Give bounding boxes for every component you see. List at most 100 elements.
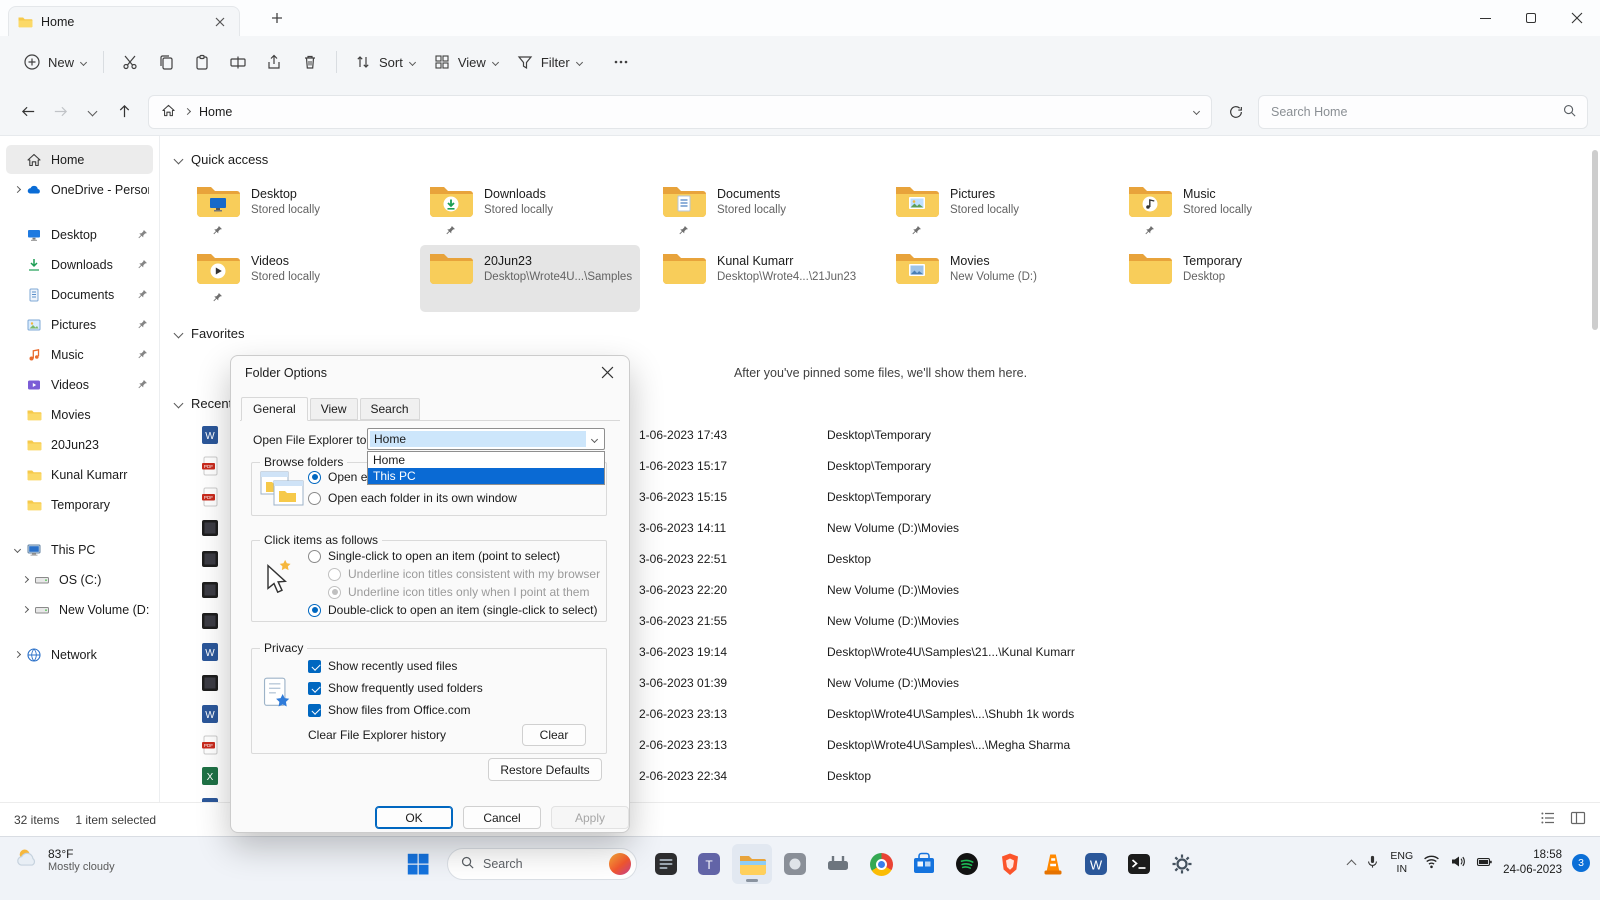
sidebar-item-this-pc[interactable]: This PC xyxy=(6,535,153,564)
radio-single-click[interactable]: Single-click to open an item (point to s… xyxy=(308,549,560,563)
expand-chevron-icon[interactable] xyxy=(10,187,24,192)
quick-access-tile-downloads[interactable]: DownloadsStored locally xyxy=(420,178,640,245)
quick-access-tile-pictures[interactable]: PicturesStored locally xyxy=(886,178,1106,245)
spotify-icon[interactable] xyxy=(947,844,987,884)
paste-button[interactable] xyxy=(184,45,220,79)
tab-search[interactable]: Search xyxy=(360,398,420,420)
expand-chevron-icon[interactable] xyxy=(18,577,32,582)
taskbar-search-box[interactable]: Search xyxy=(447,848,637,880)
sidebar-item-pictures[interactable]: Pictures xyxy=(6,310,153,339)
breadcrumb-field[interactable]: Home xyxy=(148,95,1212,129)
open-explorer-to-combobox[interactable]: Home xyxy=(367,428,605,450)
back-button[interactable] xyxy=(12,96,44,128)
cancel-button[interactable]: Cancel xyxy=(463,806,541,829)
delete-button[interactable] xyxy=(292,45,328,79)
taskbar-clock[interactable]: 18:5824-06-2023 xyxy=(1503,848,1562,878)
sidebar-item-onedrive-persona[interactable]: OneDrive - Persona xyxy=(6,175,153,204)
search-box[interactable] xyxy=(1258,95,1588,129)
device-icon[interactable] xyxy=(818,844,858,884)
checkbox-recent-files[interactable]: Show recently used files xyxy=(308,659,457,673)
sidebar-item-videos[interactable]: Videos xyxy=(6,370,153,399)
word-icon[interactable]: W xyxy=(1076,844,1116,884)
share-button[interactable] xyxy=(256,45,292,79)
tab-general[interactable]: General xyxy=(241,397,308,421)
cut-button[interactable] xyxy=(112,45,148,79)
dark-app-icon[interactable] xyxy=(646,844,686,884)
new-tab-button[interactable] xyxy=(266,7,288,29)
tab-close-icon[interactable] xyxy=(209,11,231,33)
quick-access-tile-videos[interactable]: VideosStored locally xyxy=(187,245,407,312)
radio-double-click[interactable]: Double-click to open an item (single-cli… xyxy=(308,603,597,617)
explorer-tab-home[interactable]: Home xyxy=(8,6,240,36)
microphone-icon[interactable] xyxy=(1365,854,1380,873)
chrome-icon[interactable] xyxy=(861,844,901,884)
sidebar-item-downloads[interactable]: Downloads xyxy=(6,250,153,279)
dialog-close-icon[interactable] xyxy=(601,366,616,381)
ok-button[interactable]: OK xyxy=(375,806,453,829)
volume-icon[interactable] xyxy=(1450,854,1466,872)
more-options-button[interactable] xyxy=(603,45,639,79)
restore-defaults-button[interactable]: Restore Defaults xyxy=(488,758,602,781)
expand-chevron-icon[interactable] xyxy=(18,607,32,612)
sidebar-item-temporary[interactable]: Temporary xyxy=(6,490,153,519)
quick-access-tile-movies[interactable]: MoviesNew Volume (D:) xyxy=(886,245,1106,312)
battery-icon[interactable] xyxy=(1476,855,1493,872)
quick-access-tile-documents[interactable]: DocumentsStored locally xyxy=(653,178,873,245)
settings-icon[interactable] xyxy=(1162,844,1202,884)
dropdown-option-home[interactable]: Home xyxy=(368,452,604,468)
close-button[interactable] xyxy=(1554,0,1600,36)
sidebar-item-network[interactable]: Network xyxy=(6,640,153,669)
scrollbar-thumb[interactable] xyxy=(1592,150,1598,330)
quick-access-tile-temporary[interactable]: TemporaryDesktop xyxy=(1119,245,1339,312)
hidden-icons-chevron-icon[interactable] xyxy=(1348,856,1355,871)
language-indicator[interactable]: ENGIN xyxy=(1390,850,1413,875)
file-explorer-icon[interactable] xyxy=(732,844,772,884)
sidebar-item-os-c[interactable]: OS (C:) xyxy=(6,565,153,594)
view-button[interactable]: View xyxy=(424,45,507,79)
sidebar-item-20jun23[interactable]: 20Jun23 xyxy=(6,430,153,459)
sidebar-item-documents[interactable]: Documents xyxy=(6,280,153,309)
expand-chevron-icon[interactable] xyxy=(10,652,24,657)
vlc-icon[interactable] xyxy=(1033,844,1073,884)
checkbox-frequent-folders[interactable]: Show frequently used folders xyxy=(308,681,483,695)
quick-access-tile-20jun23[interactable]: 20Jun23Desktop\Wrote4U...\Samples xyxy=(420,245,640,312)
recent-header[interactable]: Recent xyxy=(175,396,232,411)
details-view-toggle[interactable] xyxy=(1540,810,1556,829)
forward-button[interactable] xyxy=(44,96,76,128)
quick-access-tile-music[interactable]: MusicStored locally xyxy=(1119,178,1339,245)
quick-access-header[interactable]: Quick access xyxy=(175,152,268,167)
wifi-icon[interactable] xyxy=(1423,854,1440,872)
favorites-header[interactable]: Favorites xyxy=(175,326,244,341)
thumbnail-view-toggle[interactable] xyxy=(1570,810,1586,829)
start-button[interactable] xyxy=(398,844,438,884)
filter-button[interactable]: Filter xyxy=(507,45,591,79)
quick-access-tile-kunal-kumarr[interactable]: Kunal KumarrDesktop\Wrote4...\21Jun23 xyxy=(653,245,873,312)
apply-button[interactable]: Apply xyxy=(551,806,629,829)
maximize-button[interactable] xyxy=(1508,0,1554,36)
brave-icon[interactable] xyxy=(990,844,1030,884)
sidebar-item-music[interactable]: Music xyxy=(6,340,153,369)
quick-access-tile-desktop[interactable]: DesktopStored locally xyxy=(187,178,407,245)
sidebar-item-home[interactable]: Home xyxy=(6,145,153,174)
notification-badge[interactable]: 3 xyxy=(1572,854,1590,872)
expand-chevron-icon[interactable] xyxy=(10,547,24,552)
new-button[interactable]: New xyxy=(14,45,95,79)
breadcrumb-path[interactable]: Home xyxy=(199,105,232,119)
search-input[interactable] xyxy=(1269,104,1554,120)
sidebar-item-new-volume-d[interactable]: New Volume (D:) xyxy=(6,595,153,624)
refresh-button[interactable] xyxy=(1220,96,1252,128)
radio-own-window[interactable]: Open each folder in its own window xyxy=(308,491,517,505)
combobox-chevron-icon[interactable] xyxy=(586,437,602,442)
rename-button[interactable] xyxy=(220,45,256,79)
address-dropdown-chevron-icon[interactable] xyxy=(1193,108,1200,115)
teams-icon[interactable]: T xyxy=(689,844,729,884)
search-highlights-icon[interactable] xyxy=(609,853,631,875)
weather-widget[interactable]: 83°F Mostly cloudy xyxy=(14,846,115,873)
terminal-icon[interactable] xyxy=(1119,844,1159,884)
dropdown-option-this-pc[interactable]: This PC xyxy=(368,468,604,484)
tab-view[interactable]: View xyxy=(310,398,358,420)
checkbox-office-files[interactable]: Show files from Office.com xyxy=(308,703,471,717)
minimize-button[interactable] xyxy=(1462,0,1508,36)
vertical-scrollbar[interactable] xyxy=(1591,140,1599,798)
clear-button[interactable]: Clear xyxy=(522,724,586,746)
